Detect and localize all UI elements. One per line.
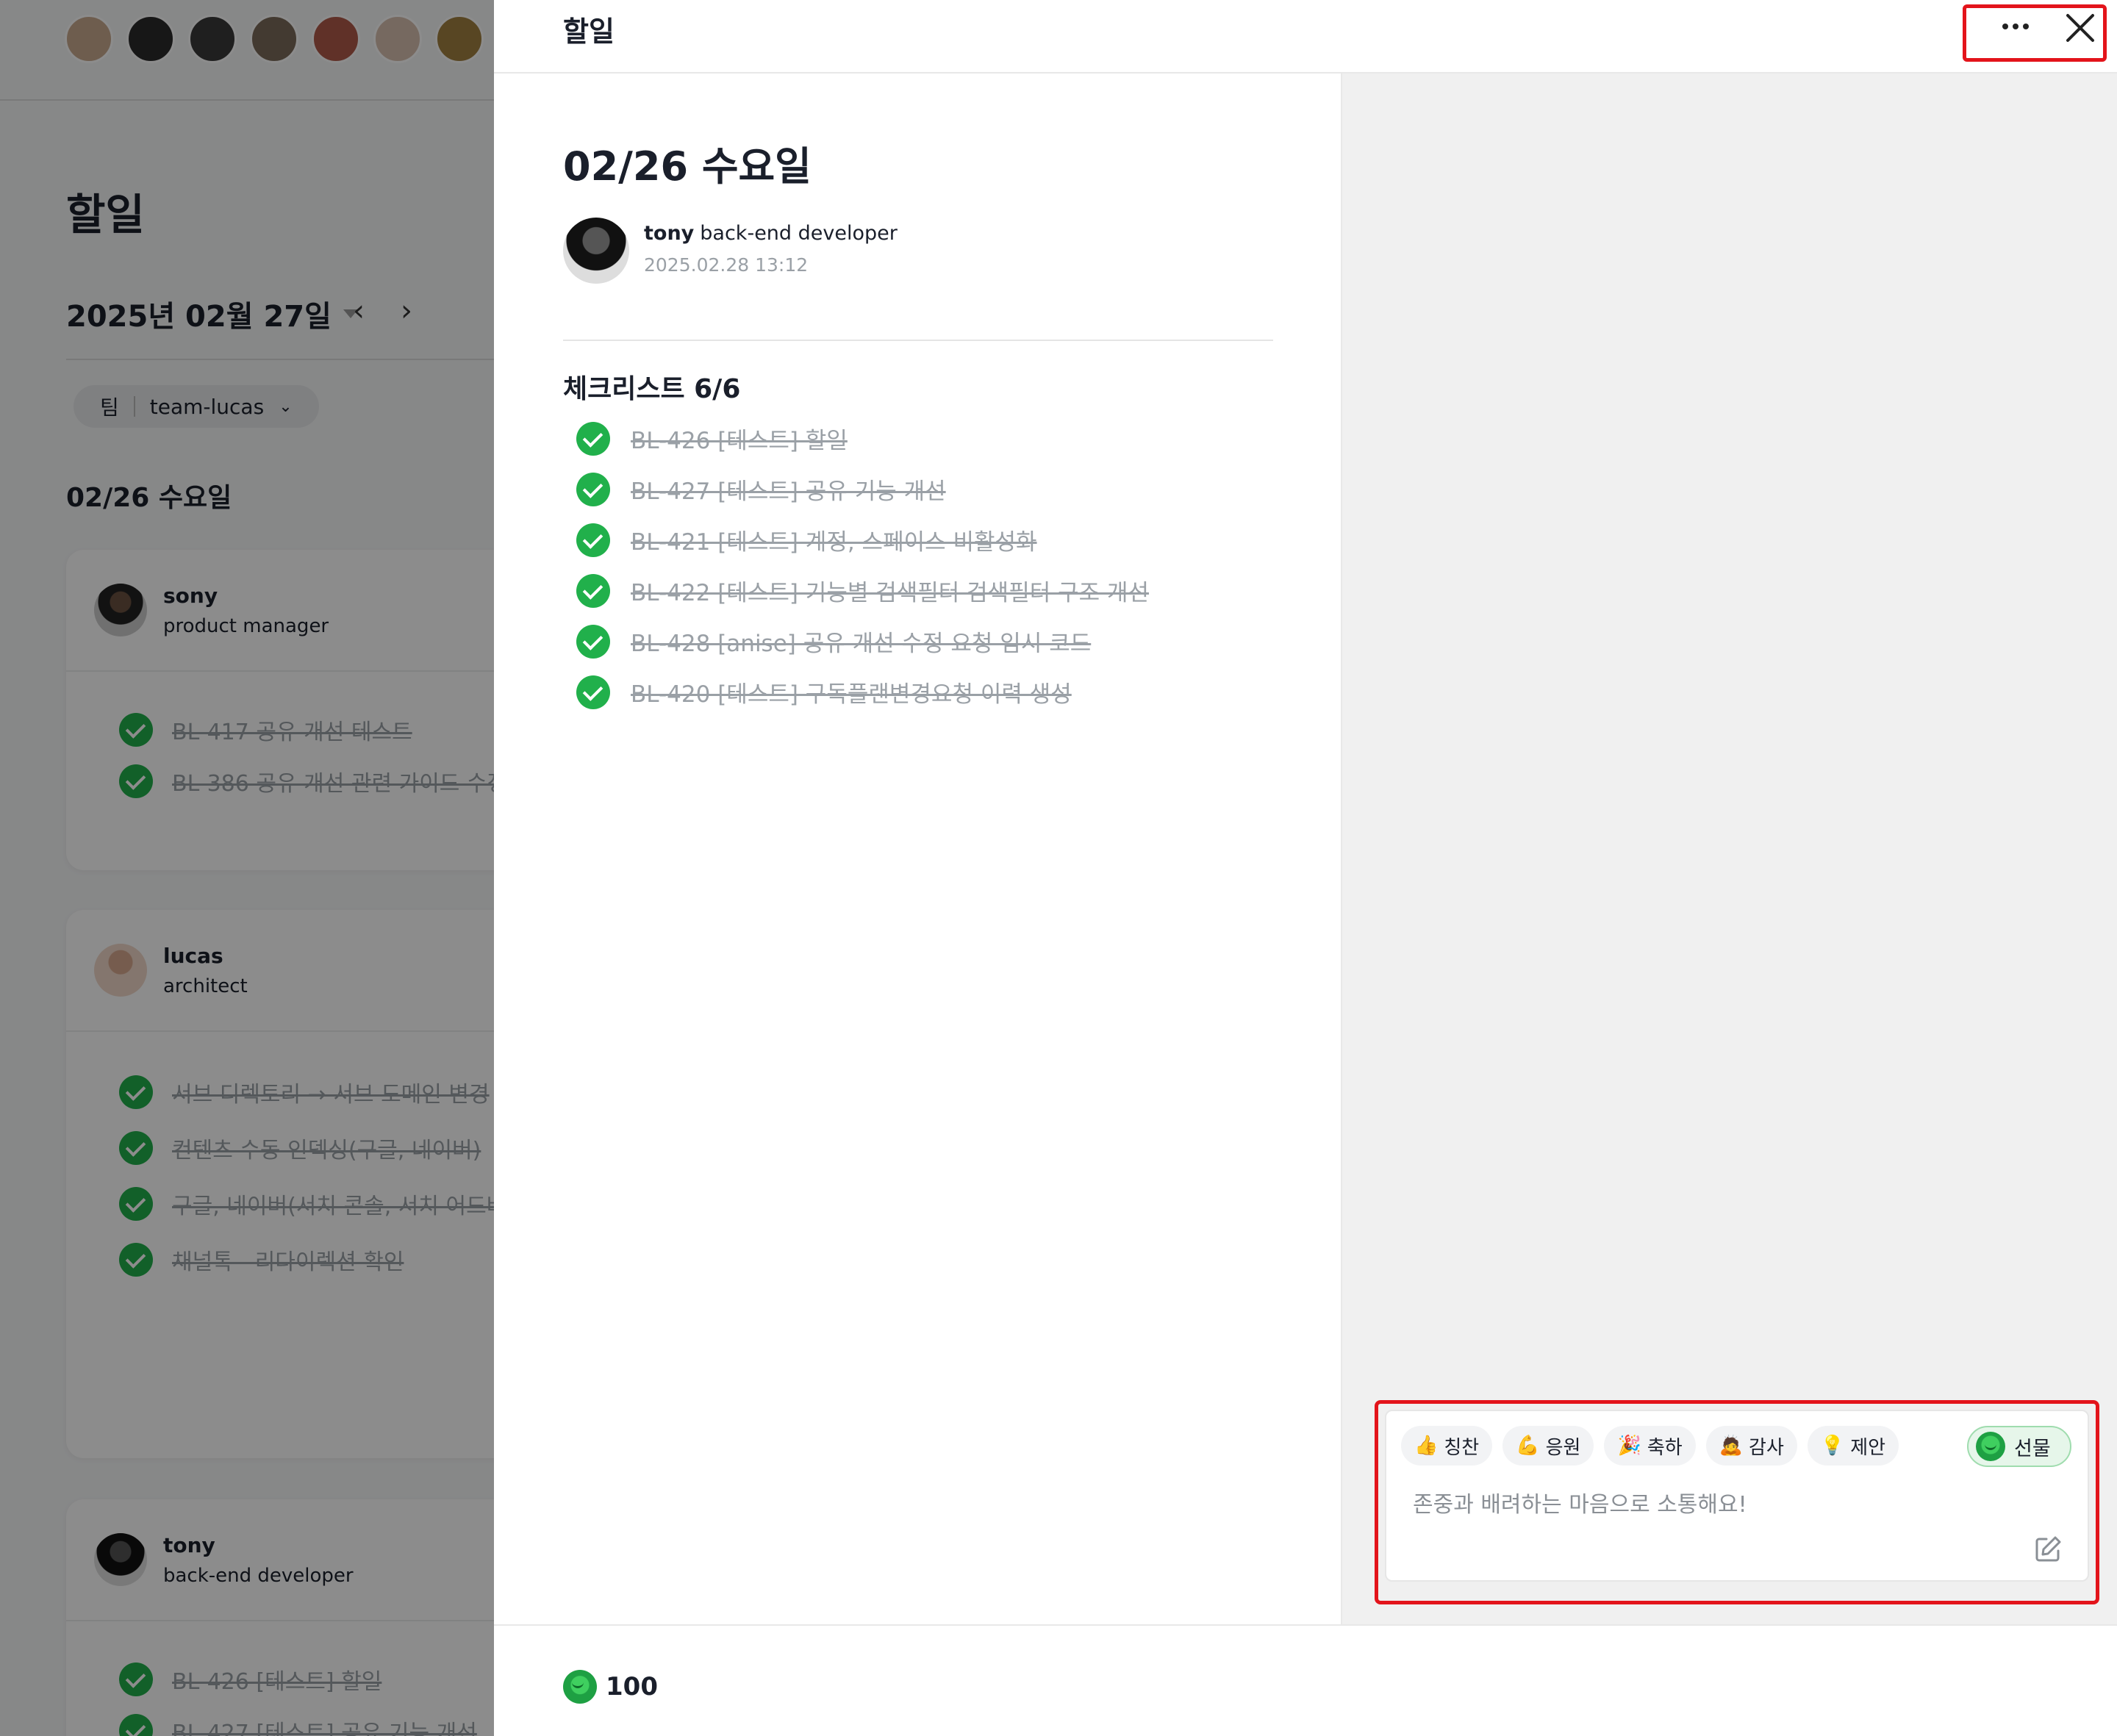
comment-composer[interactable]: 👍 칭찬 💪 응원 🎉 축하 🙇 감사 💡 제안 선물 존중과 배려하는 마음으로 소통해… <box>1385 1410 2089 1582</box>
checklist-item[interactable]: BL-426 [테스트] 할일 <box>576 413 1149 464</box>
more-icon <box>2002 24 2008 29</box>
post-panel: 02/26 수요일 tony back-end developer 2025.02… <box>494 73 1342 1624</box>
more-icon-dot <box>2023 24 2029 29</box>
flexed-arm-icon: 💪 <box>1516 1435 1540 1457</box>
divider <box>563 340 1273 341</box>
bowing-person-icon: 🙇 <box>1719 1435 1744 1457</box>
check-icon[interactable] <box>576 421 610 456</box>
comment-input[interactable]: 존중과 배려하는 마음으로 소통해요! <box>1413 1486 1747 1518</box>
checklist-item[interactable]: BL-428 [anise] 공유 개선 수정 요청 임시 코드 <box>576 616 1149 667</box>
check-icon[interactable] <box>576 472 610 506</box>
checklist-item[interactable]: BL-420 [테스트] 구독플랜변경요청 이력 생성 <box>576 667 1149 717</box>
chip-cheer[interactable]: 💪 응원 <box>1502 1426 1594 1466</box>
chip-congrats[interactable]: 🎉 축하 <box>1604 1426 1696 1466</box>
comments-panel <box>1342 73 2117 1624</box>
checklist: BL-426 [테스트] 할일 BL-427 [테스트] 공유 기능 개선 BL… <box>576 413 1149 717</box>
party-popper-icon: 🎉 <box>1617 1435 1641 1457</box>
check-icon[interactable] <box>576 675 610 709</box>
chip-praise[interactable]: 👍 칭찬 <box>1401 1426 1493 1466</box>
check-icon[interactable] <box>576 573 610 608</box>
drawer-title: 할일 <box>563 15 615 48</box>
more-options-button[interactable] <box>1994 12 2038 41</box>
checklist-item[interactable]: BL-427 [테스트] 공유 기능 개선 <box>576 464 1149 514</box>
author-name: tony <box>644 222 695 245</box>
drawer-header: 할일 <box>494 0 2117 73</box>
thumbs-up-icon: 👍 <box>1414 1435 1439 1457</box>
sprout-coin-icon <box>1976 1432 2005 1461</box>
post-timestamp: 2025.02.28 13:12 <box>644 254 809 276</box>
checklist-item[interactable]: BL-421 [테스트] 계정, 스페이스 비활성화 <box>576 514 1149 565</box>
checklist-title: 체크리스트 6/6 <box>563 374 741 404</box>
sprout-coin-icon <box>563 1670 597 1704</box>
chip-thanks[interactable]: 🙇 감사 <box>1705 1426 1797 1466</box>
more-icon-dot <box>2013 24 2019 29</box>
close-button[interactable] <box>2061 9 2099 47</box>
post-title: 02/26 수요일 <box>563 143 812 190</box>
drawer-footer: 100 <box>494 1624 2117 1736</box>
check-icon[interactable] <box>576 523 610 557</box>
light-bulb-icon: 💡 <box>1820 1435 1845 1457</box>
gift-label: 선물 <box>2014 1437 2051 1460</box>
checklist-item[interactable]: BL-422 [테스트] 기능별 검색필터 검색필터 구조 개선 <box>576 565 1149 616</box>
check-icon[interactable] <box>576 624 610 659</box>
author-info: tony back-end developer <box>644 222 898 245</box>
author-role: back-end developer <box>700 222 898 245</box>
points-display: 100 <box>563 1670 658 1704</box>
reaction-chips: 👍 칭찬 💪 응원 🎉 축하 🙇 감사 💡 제안 <box>1401 1426 1899 1466</box>
points-value: 100 <box>606 1672 658 1701</box>
gift-button[interactable]: 선물 <box>1967 1426 2071 1467</box>
avatar[interactable] <box>563 218 629 284</box>
edit-icon[interactable] <box>2033 1535 2063 1564</box>
chip-suggest[interactable]: 💡 제안 <box>1807 1426 1899 1466</box>
